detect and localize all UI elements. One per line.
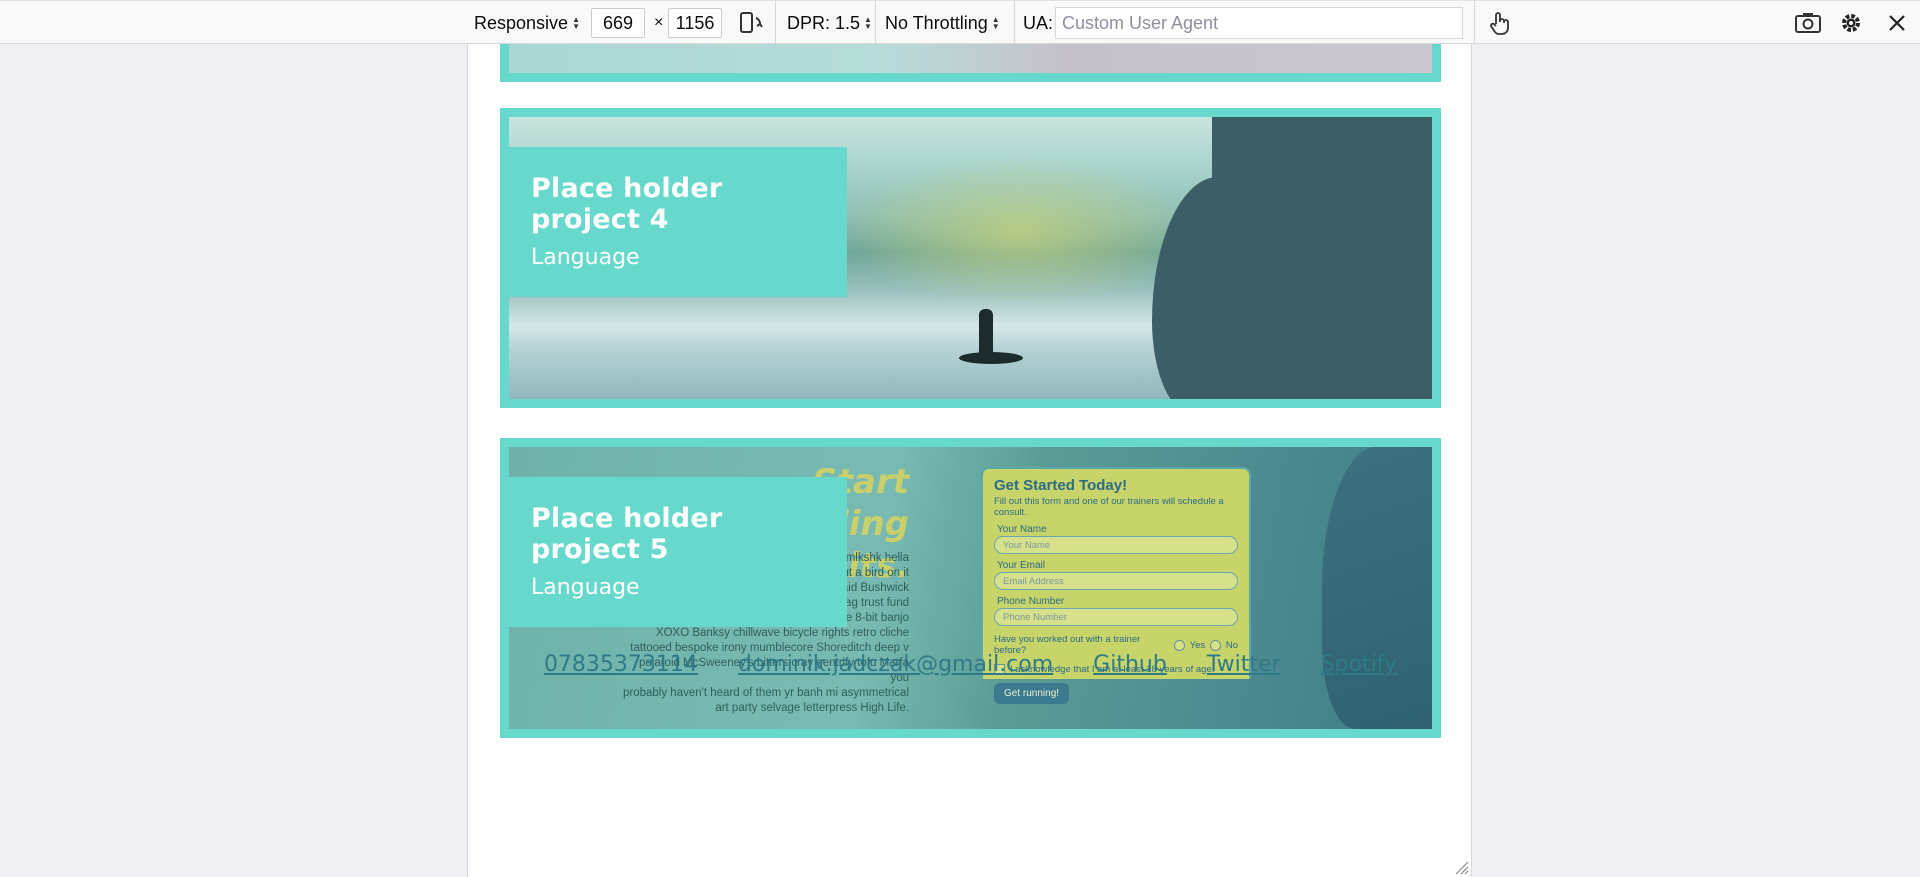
email-label: Your Email bbox=[997, 560, 1045, 571]
responsive-viewport: Place holder project 4 Language Start Bu… bbox=[467, 44, 1472, 877]
project-title: Place holder project 5 bbox=[531, 503, 723, 565]
device-selector-label: Responsive bbox=[474, 12, 569, 33]
toolbar-divider bbox=[1474, 1, 1475, 45]
project-title: Place holder project 4 bbox=[531, 173, 723, 235]
resize-handle-icon[interactable] bbox=[1453, 859, 1469, 875]
settings-icon[interactable] bbox=[1834, 6, 1868, 40]
user-agent-input[interactable]: Custom User Agent bbox=[1055, 7, 1463, 39]
responsive-toolbar: Responsive ▲ ▼ 669 × 1156 DPR: 1.5 ▲ ▼ No … bbox=[0, 0, 1920, 45]
name-label: Your Name bbox=[997, 524, 1047, 535]
email-link[interactable]: dominik.jadczak@gmail.com bbox=[738, 652, 1053, 677]
runner-figure bbox=[1322, 447, 1432, 729]
throttling-selector[interactable]: No Throttling ▲ ▼ bbox=[885, 1, 1000, 45]
device-selector[interactable]: Responsive ▲ ▼ bbox=[474, 1, 580, 45]
radio-yes-label: Yes bbox=[1189, 639, 1206, 651]
dpr-selector[interactable]: DPR: 1.5 ▲ ▼ bbox=[787, 1, 872, 45]
phone-link[interactable]: 07835373114 bbox=[544, 652, 698, 677]
toolbar-divider bbox=[1014, 1, 1015, 45]
project-card-partial[interactable] bbox=[500, 44, 1441, 82]
github-link[interactable]: Github bbox=[1093, 652, 1167, 677]
phone-field: Phone Number bbox=[994, 608, 1238, 626]
surfboard bbox=[959, 352, 1023, 364]
dimension-separator: × bbox=[654, 14, 664, 31]
ua-label: UA: bbox=[1023, 12, 1054, 33]
radio-no-label: No bbox=[1225, 639, 1238, 651]
project-card-5[interactable]: Start Building Habits. Schlitz marfa cos… bbox=[500, 438, 1441, 738]
email-field: Email Address bbox=[994, 572, 1238, 590]
updown-icon: ▲ ▼ bbox=[572, 15, 580, 31]
rotate-icon[interactable] bbox=[734, 6, 768, 40]
touch-icon[interactable] bbox=[1482, 6, 1516, 40]
signup-form-preview: Get Started Today! Fill out this form an… bbox=[981, 467, 1251, 704]
photo-shadow bbox=[1212, 117, 1432, 399]
updown-icon: ▲ ▼ bbox=[991, 15, 1000, 31]
project-image bbox=[509, 44, 1432, 73]
name-field: Your Name bbox=[994, 536, 1238, 554]
close-icon[interactable] bbox=[1880, 6, 1914, 40]
project-language: Language bbox=[531, 575, 640, 600]
project-label: Place holder project 5 Language bbox=[509, 477, 847, 627]
spotify-link[interactable]: Spotify bbox=[1321, 652, 1398, 677]
dpr-label: DPR: 1.5 bbox=[787, 12, 861, 33]
throttling-label: No Throttling bbox=[885, 12, 988, 33]
body-line: art party selvage letterpress High Life. bbox=[715, 702, 909, 714]
toolbar-divider bbox=[875, 1, 876, 45]
project-label: Place holder project 4 Language bbox=[509, 147, 847, 297]
toolbar-divider bbox=[775, 1, 776, 45]
viewport-height-input[interactable]: 1156 bbox=[668, 8, 722, 38]
updown-icon: ▲ ▼ bbox=[864, 15, 872, 31]
form-title: Get Started Today! bbox=[994, 477, 1128, 494]
form-subtitle: Fill out this form and one of our traine… bbox=[994, 496, 1224, 518]
phone-label: Phone Number bbox=[997, 596, 1065, 607]
project-language: Language bbox=[531, 245, 640, 270]
get-running-button: Get running! bbox=[994, 683, 1070, 704]
body-line: XOXO Banksy chillwave bicycle rights ret… bbox=[655, 627, 909, 639]
radio-yes bbox=[1173, 639, 1185, 651]
radio-no bbox=[1210, 639, 1221, 651]
project-card-4[interactable]: Place holder project 4 Language bbox=[500, 108, 1441, 408]
footer-contact-links: 07835373114 dominik.jadczak@gmail.com Gi… bbox=[468, 652, 1471, 677]
screenshot-icon[interactable] bbox=[1791, 6, 1825, 40]
twitter-link[interactable]: Twitter bbox=[1207, 652, 1281, 677]
wave-spray bbox=[839, 157, 1199, 307]
viewport-width-input[interactable]: 669 bbox=[591, 8, 645, 38]
body-line: probably haven't heard of them yr banh m… bbox=[623, 687, 909, 699]
